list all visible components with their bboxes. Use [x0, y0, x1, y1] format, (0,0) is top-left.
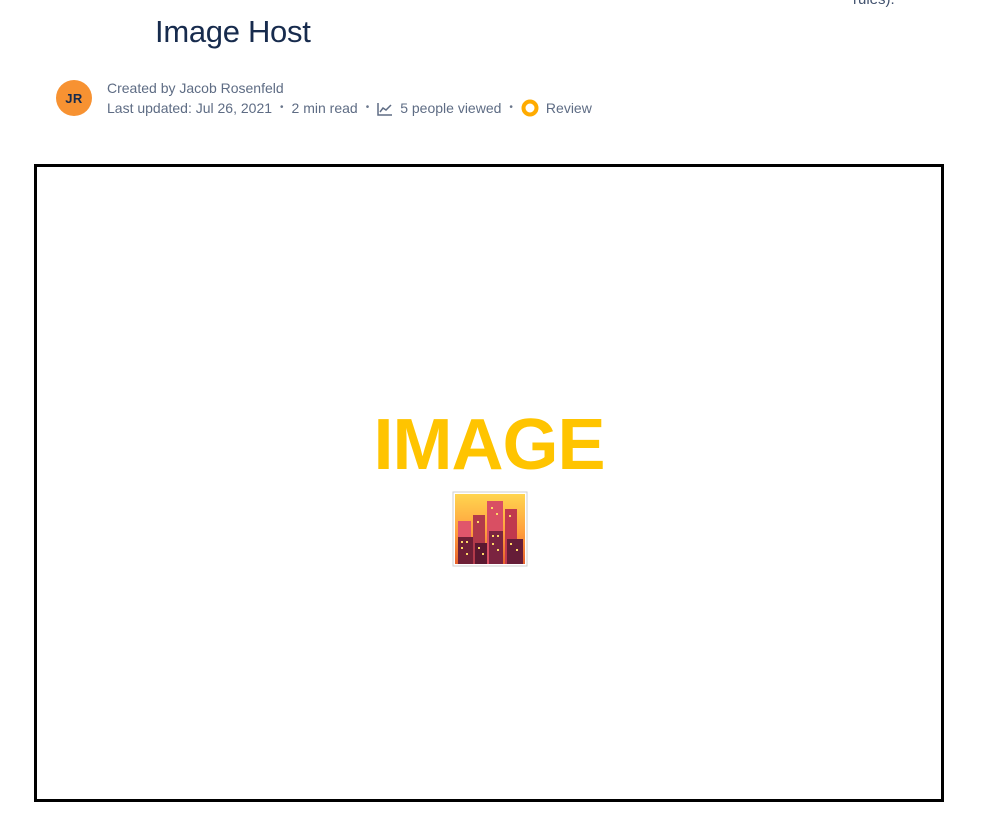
- page: rules). Image Host JR Created by Jacob R…: [0, 0, 999, 826]
- page-views-link[interactable]: 5 people viewed: [400, 98, 501, 118]
- author-avatar[interactable]: JR: [56, 80, 92, 116]
- details-row: Last updated: Jul 26, 2021 • 2 min read …: [107, 98, 592, 118]
- cityscape-at-dusk-icon: [452, 491, 528, 567]
- image-placeholder: IMAGE: [34, 164, 944, 802]
- page-title: Image Host: [155, 14, 311, 49]
- page-metadata: Created by Jacob Rosenfeld Last updated:…: [107, 78, 592, 118]
- byline: JR Created by Jacob Rosenfeld Last updat…: [56, 78, 592, 118]
- analytics-chart-icon: [377, 101, 393, 116]
- separator-dot: •: [509, 102, 513, 113]
- status-ring-icon: [521, 99, 539, 117]
- cut-off-text: rules).: [853, 0, 895, 8]
- read-time-text: 2 min read: [291, 100, 358, 116]
- last-updated-text[interactable]: Last updated: Jul 26, 2021: [107, 98, 272, 118]
- image-label: IMAGE: [373, 405, 605, 485]
- separator-dot: •: [280, 102, 284, 113]
- status-label[interactable]: Review: [546, 98, 592, 118]
- created-by-text[interactable]: Created by Jacob Rosenfeld: [107, 78, 284, 98]
- separator-dot: •: [365, 102, 370, 113]
- created-by-row: Created by Jacob Rosenfeld: [107, 78, 592, 98]
